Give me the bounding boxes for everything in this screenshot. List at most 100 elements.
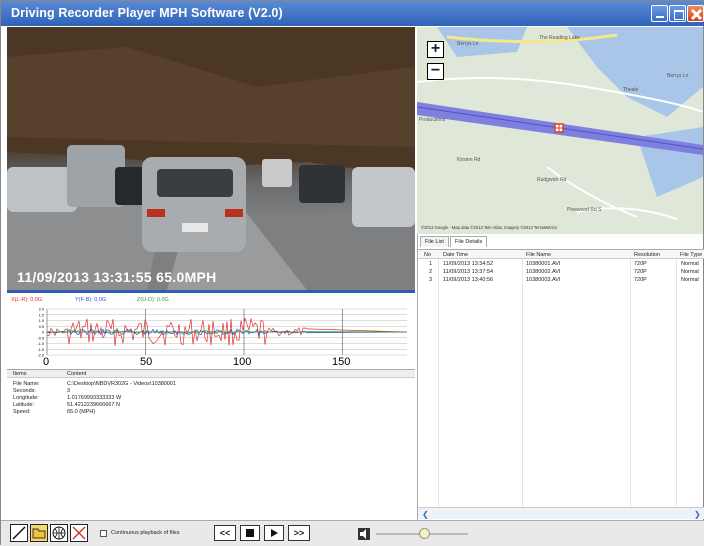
next-button[interactable]: >>: [288, 525, 310, 541]
y-tick-label: 1.0: [39, 319, 44, 323]
file-row-name: 10380002.AVI: [526, 269, 561, 275]
edit-button[interactable]: [10, 524, 28, 542]
map-zoom-out-button[interactable]: −: [427, 63, 444, 80]
volume-button[interactable]: [358, 528, 370, 540]
column-divider: [630, 259, 631, 507]
map-label: Rudgwick Rd: [537, 177, 567, 183]
horizontal-scrollbar[interactable]: ❮ ❯: [418, 507, 704, 519]
tab-file-details[interactable]: File Details: [450, 236, 488, 247]
map-label: Berrys Ln: [457, 41, 479, 47]
file-info-table: Items Content File Name: C:\Desktop\NBDV…: [7, 369, 415, 519]
info-label-speed: Speed:: [13, 409, 31, 415]
gsensor-graph: X(L-R): 0.0G Y(F-B): 0.0G Z(U-D): 0.0G 2…: [7, 290, 415, 368]
file-row-datetime: 11/09/2013 13:34:52: [443, 261, 494, 267]
column-no[interactable]: No: [424, 252, 431, 258]
file-row-no: 1: [429, 261, 433, 267]
file-row-type: Normal: [681, 269, 699, 275]
app-window: Driving Recorder Player MPH Software (V2…: [0, 0, 704, 546]
column-file-type[interactable]: File Type: [680, 252, 702, 258]
info-value-filename: C:\Desktop\NBDVR302G - Videos\10380001: [67, 381, 177, 387]
file-row[interactable]: 2 11/09/2013 13:37:54 10380002.AVI 720P …: [418, 269, 704, 277]
x-tick-0: 0: [43, 356, 50, 368]
file-row-type: Normal: [681, 277, 699, 283]
file-panel: File List File Details No Date Time File…: [417, 234, 704, 520]
file-row[interactable]: 1 11/09/2013 13:34:52 10380001.AVI 720P …: [418, 261, 704, 269]
video-frame-image: [7, 27, 415, 290]
minimize-button[interactable]: [651, 5, 668, 22]
x-tick-100: 100: [233, 356, 252, 368]
scroll-left-icon[interactable]: ❮: [422, 510, 429, 519]
globe-icon: [52, 526, 66, 540]
map-label: Kirsten Rd: [457, 157, 481, 163]
stop-icon: [246, 529, 254, 537]
file-row-resolution: 720P: [634, 261, 647, 267]
close-icon: [690, 8, 703, 21]
legend-y: Y(F-B): 0.0G: [75, 297, 107, 303]
play-icon: [271, 529, 278, 537]
info-label-filename: File Name:: [13, 381, 40, 387]
info-label-latitude: Latitude:: [13, 402, 35, 408]
legend-x: X(L-R): 0.0G: [11, 297, 43, 303]
volume-slider-knob[interactable]: [419, 528, 430, 539]
play-button[interactable]: [264, 525, 284, 541]
info-label-longitude: Longitude:: [13, 395, 39, 401]
file-row-datetime: 11/09/2013 13:40:56: [443, 277, 494, 283]
file-row-no: 3: [429, 277, 433, 283]
previous-button[interactable]: <<: [214, 525, 236, 541]
y-tick-label: 0.5: [39, 325, 44, 329]
map-label: Productions: [419, 117, 446, 123]
tab-file-list[interactable]: File List: [420, 236, 449, 247]
scroll-right-icon[interactable]: ❯: [694, 510, 701, 519]
gsensor-plot: 2.01.51.00.50-0.5-1.0-1.5-2.0: [37, 308, 408, 358]
file-row-resolution: 720P: [634, 277, 647, 283]
info-value-latitude: 51.4212239666667 N: [67, 402, 120, 408]
column-divider: [522, 259, 523, 507]
file-row-name: 10380003.AVI: [526, 277, 561, 283]
info-value-seconds: 3: [67, 388, 71, 394]
continuous-playback-label: Continuous playback of files: [111, 530, 180, 536]
info-value-longitude: 1.01769993333333 W: [67, 395, 122, 401]
column-date-time[interactable]: Date Time: [443, 252, 468, 258]
map-copyright: ©2013 Google - Map data ©2013 Tele Atlas…: [421, 225, 557, 230]
file-row-resolution: 720P: [634, 269, 647, 275]
globe-button[interactable]: [50, 524, 68, 542]
y-tick-label: -1.0: [37, 342, 44, 346]
y-tick-label: 0: [42, 331, 44, 335]
file-row-datetime: 11/09/2013 13:37:54: [443, 269, 494, 275]
y-tick-label: 2.0: [39, 308, 44, 312]
legend-z: Z(U-D): 0.0G: [137, 297, 169, 303]
map-label: Theale: [623, 87, 639, 93]
map-zoom-in-button[interactable]: +: [427, 41, 444, 58]
column-divider: [438, 259, 439, 507]
maximize-button[interactable]: [669, 5, 686, 22]
delete-icon: [72, 526, 86, 540]
info-value-speed: 65.0 (MPH): [67, 409, 96, 415]
map-label: Pinewood Rd S: [567, 207, 602, 213]
file-row-no: 2: [429, 269, 433, 275]
file-list-header: No Date Time File Name Resolution File T…: [418, 249, 704, 259]
continuous-playback-checkbox[interactable]: [100, 530, 107, 537]
file-row[interactable]: 3 11/09/2013 13:40:56 10380003.AVI 720P …: [418, 277, 704, 285]
y-tick-label: 1.5: [39, 313, 44, 317]
y-tick-label: -0.5: [37, 336, 44, 340]
stop-button[interactable]: [240, 525, 260, 541]
x-tick-150: 150: [332, 356, 351, 368]
map-label: The Reading Lake: [539, 35, 580, 41]
info-header: Items Content: [7, 370, 415, 378]
title-bar: Driving Recorder Player MPH Software (V2…: [1, 1, 704, 26]
delete-button[interactable]: [70, 524, 88, 542]
column-divider: [676, 259, 677, 507]
close-button[interactable]: [687, 5, 704, 22]
file-row-name: 10380001.AVI: [526, 261, 561, 267]
bottom-toolbar: Continuous playback of files << >>: [1, 520, 704, 546]
folder-icon: [32, 528, 46, 539]
video-player[interactable]: 11/09/2013 13:31:55 65.0MPH: [7, 27, 415, 290]
open-folder-button[interactable]: [30, 524, 48, 542]
window-title: Driving Recorder Player MPH Software (V2…: [11, 6, 283, 20]
info-header-items: Items: [13, 371, 27, 377]
y-tick-label: -1.5: [37, 348, 44, 352]
column-file-name[interactable]: File Name: [526, 252, 551, 258]
map-image: [417, 27, 703, 234]
column-resolution[interactable]: Resolution: [634, 252, 660, 258]
map-view[interactable]: + − Berrys Ln The Reading Lake Berrys Ln…: [417, 27, 703, 234]
